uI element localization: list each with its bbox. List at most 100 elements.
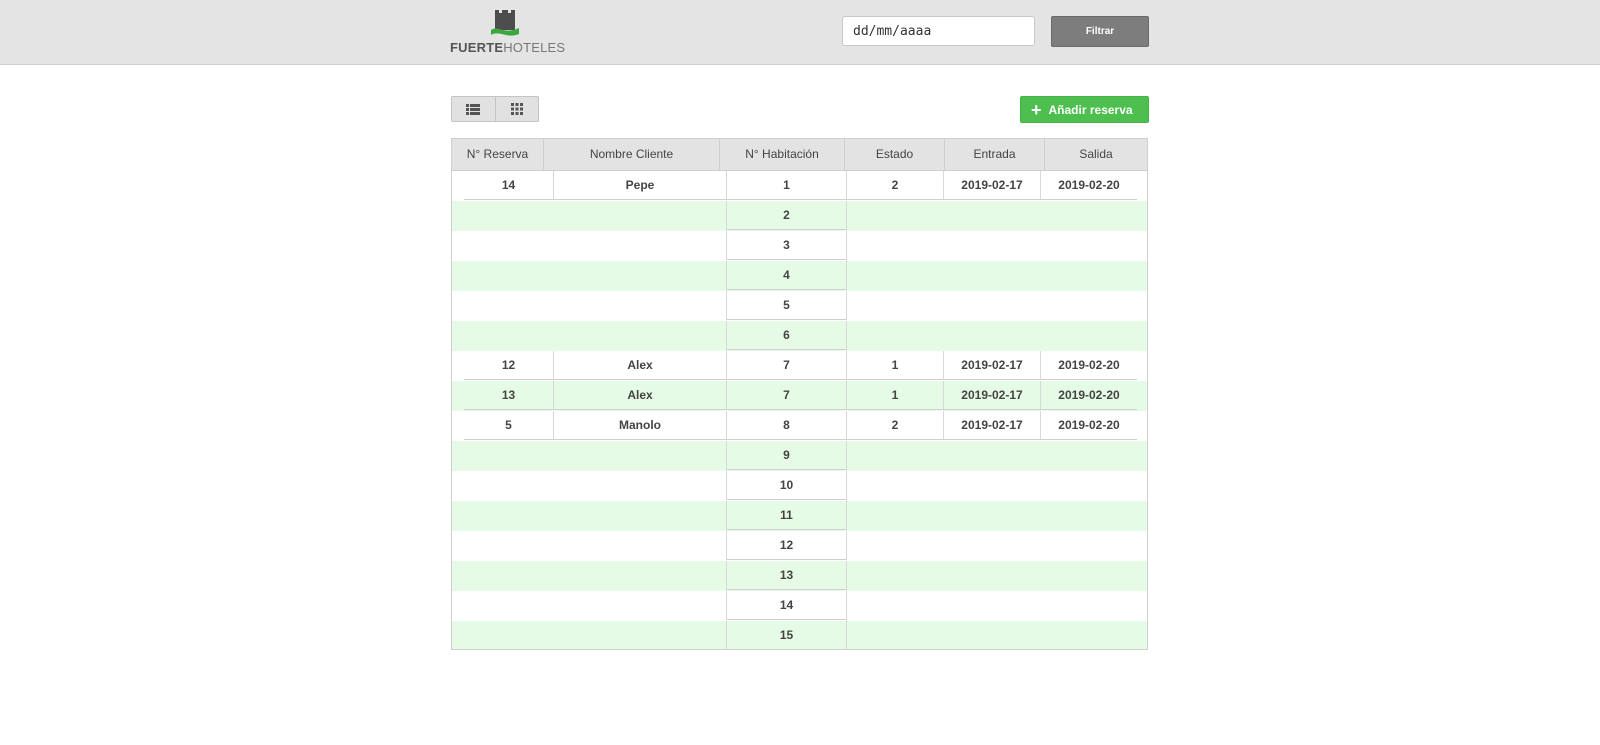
table-row[interactable]: 9 bbox=[452, 441, 1147, 471]
cell-cliente bbox=[554, 441, 726, 470]
column-header-cliente[interactable]: Nombre Cliente bbox=[544, 139, 720, 170]
cell-cliente: Alex bbox=[554, 381, 726, 410]
table-row[interactable]: 2 bbox=[452, 201, 1147, 231]
cell-entrada bbox=[944, 561, 1041, 590]
cell-cliente bbox=[554, 261, 726, 290]
table-row[interactable]: 11 bbox=[452, 501, 1147, 531]
cell-reserva bbox=[464, 321, 554, 350]
cell-reserva bbox=[464, 531, 554, 560]
cell-entrada bbox=[944, 231, 1041, 260]
cell-entrada: 2019-02-17 bbox=[944, 381, 1041, 410]
cell-cliente bbox=[554, 501, 726, 530]
table-row[interactable]: 5 Manolo 8 2 2019-02-17 2019-02-20 bbox=[452, 411, 1147, 441]
cell-reserva bbox=[464, 441, 554, 470]
cell-habitacion: 11 bbox=[726, 501, 847, 530]
cell-salida: 2019-02-20 bbox=[1041, 351, 1137, 380]
table-row[interactable]: 12 Alex 7 1 2019-02-17 2019-02-20 bbox=[452, 351, 1147, 381]
cell-entrada bbox=[944, 471, 1041, 500]
cell-habitacion: 7 bbox=[726, 351, 847, 380]
logo-text: FUERTEHOTELES bbox=[450, 40, 565, 55]
cell-salida bbox=[1041, 471, 1137, 500]
cell-salida bbox=[1041, 561, 1137, 590]
castle-wave-icon bbox=[491, 10, 519, 36]
cell-entrada bbox=[944, 591, 1041, 620]
grid-view-button[interactable] bbox=[494, 97, 539, 121]
cell-cliente bbox=[554, 321, 726, 350]
table-row[interactable]: 14 bbox=[452, 591, 1147, 621]
cell-salida bbox=[1041, 531, 1137, 560]
cell-reserva bbox=[464, 261, 554, 290]
table-row[interactable]: 15 bbox=[452, 621, 1147, 649]
cell-estado bbox=[847, 621, 944, 649]
cell-reserva bbox=[464, 501, 554, 530]
cell-estado: 1 bbox=[847, 381, 944, 410]
cell-habitacion: 13 bbox=[726, 561, 847, 590]
cell-reserva bbox=[464, 201, 554, 230]
cell-estado bbox=[847, 531, 944, 560]
filter-button[interactable]: Filtrar bbox=[1051, 16, 1149, 47]
cell-estado bbox=[847, 321, 944, 350]
cell-salida bbox=[1041, 441, 1137, 470]
cell-entrada bbox=[944, 531, 1041, 560]
cell-habitacion: 4 bbox=[726, 261, 847, 290]
column-header-salida[interactable]: Salida bbox=[1045, 139, 1147, 170]
cell-salida bbox=[1041, 291, 1137, 320]
table-row[interactable]: 5 bbox=[452, 291, 1147, 321]
table-row[interactable]: 6 bbox=[452, 321, 1147, 351]
fuerte-hoteles-logo[interactable]: FUERTEHOTELES bbox=[450, 8, 565, 56]
add-reservation-button[interactable]: + Añadir reserva bbox=[1020, 96, 1149, 123]
cell-cliente: Pepe bbox=[554, 171, 726, 200]
cell-estado bbox=[847, 471, 944, 500]
cell-estado bbox=[847, 441, 944, 470]
cell-cliente: Manolo bbox=[554, 411, 726, 440]
table-row[interactable]: 3 bbox=[452, 231, 1147, 261]
cell-salida bbox=[1041, 501, 1137, 530]
cell-reserva: 12 bbox=[464, 351, 554, 380]
cell-reserva: 14 bbox=[464, 171, 554, 200]
cell-salida bbox=[1041, 621, 1137, 649]
cell-habitacion: 10 bbox=[726, 471, 847, 500]
view-toggle-group bbox=[451, 96, 539, 122]
cell-estado bbox=[847, 291, 944, 320]
cell-estado: 2 bbox=[847, 171, 944, 200]
cell-estado bbox=[847, 501, 944, 530]
cell-estado bbox=[847, 261, 944, 290]
cell-entrada bbox=[944, 201, 1041, 230]
cell-cliente bbox=[554, 621, 726, 649]
date-filter-input[interactable] bbox=[842, 16, 1035, 46]
reservations-table: N° Reserva Nombre Cliente N° Habitación … bbox=[451, 138, 1148, 650]
cell-cliente: Alex bbox=[554, 351, 726, 380]
cell-cliente bbox=[554, 471, 726, 500]
cell-estado bbox=[847, 231, 944, 260]
plus-icon: + bbox=[1031, 99, 1042, 120]
table-row[interactable]: 14 Pepe 1 2 2019-02-17 2019-02-20 bbox=[452, 171, 1147, 201]
grid-icon bbox=[510, 103, 523, 115]
cell-cliente bbox=[554, 561, 726, 590]
table-row[interactable]: 4 bbox=[452, 261, 1147, 291]
cell-cliente bbox=[554, 231, 726, 260]
column-header-estado[interactable]: Estado bbox=[845, 139, 945, 170]
cell-salida bbox=[1041, 261, 1137, 290]
table-row[interactable]: 10 bbox=[452, 471, 1147, 501]
cell-entrada: 2019-02-17 bbox=[944, 411, 1041, 440]
top-header: FUERTEHOTELES Filtrar bbox=[0, 0, 1600, 65]
cell-entrada bbox=[944, 501, 1041, 530]
cell-reserva: 5 bbox=[464, 411, 554, 440]
cell-habitacion: 15 bbox=[726, 621, 847, 649]
column-header-entrada[interactable]: Entrada bbox=[945, 139, 1045, 170]
add-reservation-label: Añadir reserva bbox=[1048, 102, 1133, 117]
list-view-button[interactable] bbox=[452, 97, 495, 121]
table-row[interactable]: 13 bbox=[452, 561, 1147, 591]
cell-estado: 2 bbox=[847, 411, 944, 440]
table-header: N° Reserva Nombre Cliente N° Habitación … bbox=[452, 139, 1147, 171]
list-icon bbox=[466, 103, 481, 115]
cell-salida: 2019-02-20 bbox=[1041, 411, 1137, 440]
cell-habitacion: 9 bbox=[726, 441, 847, 470]
cell-salida: 2019-02-20 bbox=[1041, 171, 1137, 200]
cell-habitacion: 12 bbox=[726, 531, 847, 560]
table-row[interactable]: 13 Alex 7 1 2019-02-17 2019-02-20 bbox=[452, 381, 1147, 411]
cell-habitacion: 7 bbox=[726, 381, 847, 410]
table-row[interactable]: 12 bbox=[452, 531, 1147, 561]
column-header-habitacion[interactable]: N° Habitación bbox=[720, 139, 845, 170]
column-header-reserva[interactable]: N° Reserva bbox=[452, 139, 544, 170]
